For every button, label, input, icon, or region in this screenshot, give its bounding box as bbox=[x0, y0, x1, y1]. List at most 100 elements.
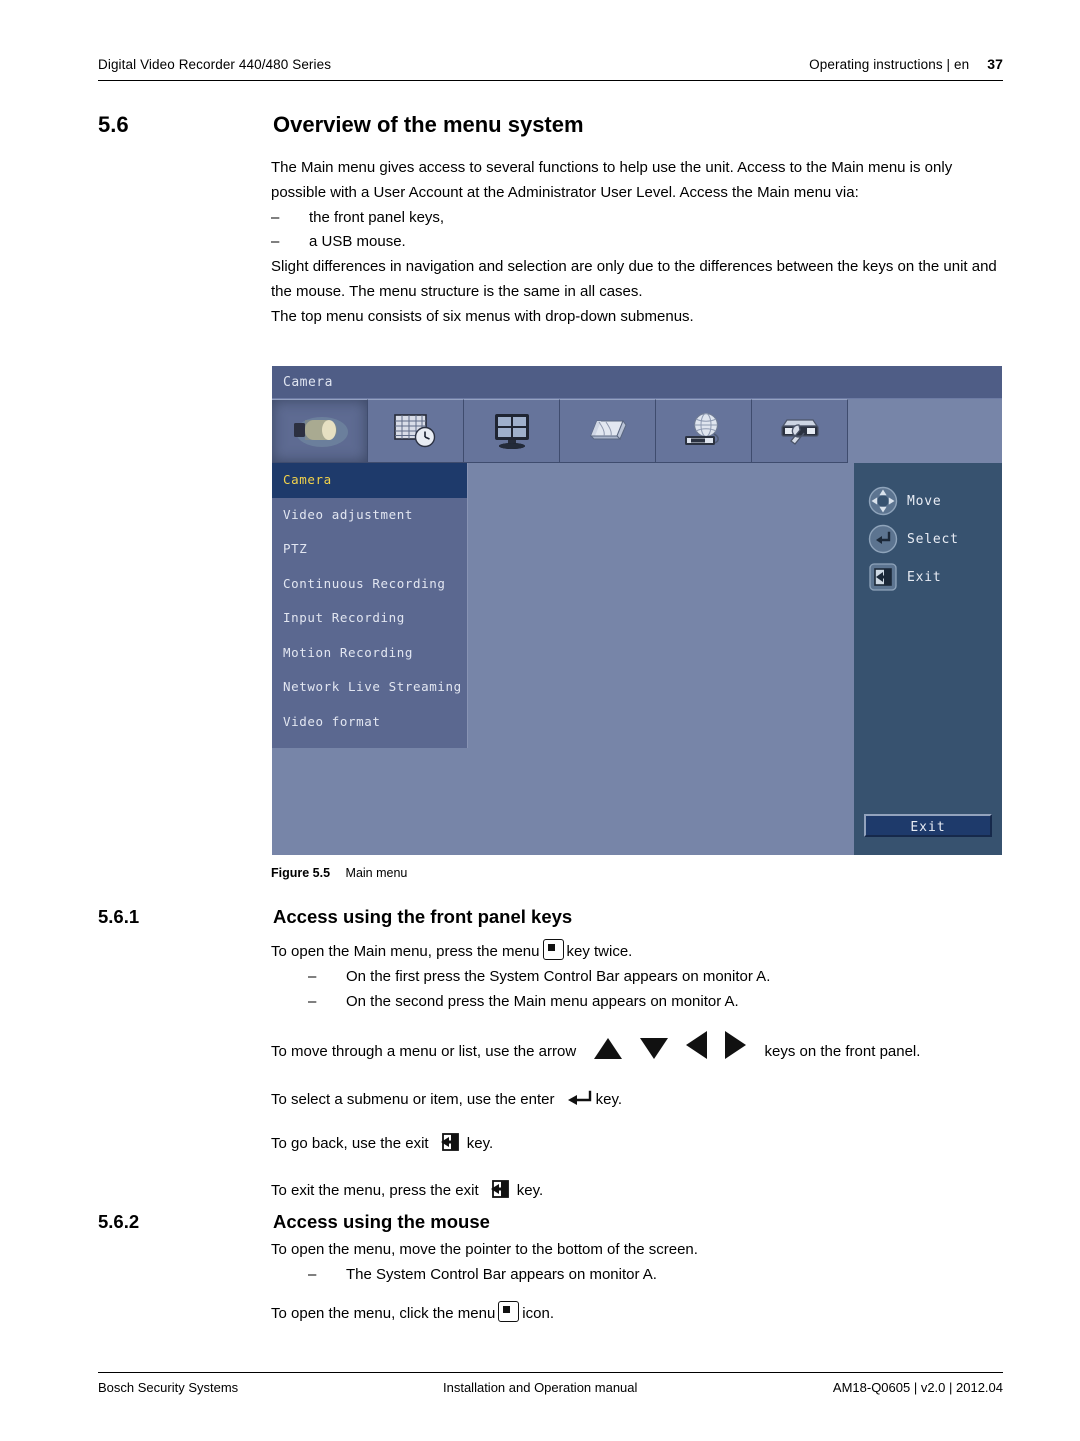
menu-item-video-format[interactable]: Video format bbox=[272, 705, 467, 740]
intro-paragraph-3: The top menu consists of six menus with … bbox=[271, 307, 694, 325]
dash-marker: – bbox=[308, 1265, 317, 1283]
hint-label-select: Select bbox=[907, 531, 959, 547]
arrow-key-group bbox=[594, 1031, 747, 1072]
menu-key-instruction-a: To open the Main menu, press the menu bbox=[271, 943, 540, 960]
menu-icon bbox=[498, 1300, 520, 1322]
menu-item-camera[interactable]: Camera bbox=[272, 463, 467, 498]
list-item-label: the front panel keys, bbox=[309, 208, 445, 226]
enter-key-instruction-b: key. bbox=[595, 1091, 623, 1109]
figure-caption-text: Main menu bbox=[345, 866, 408, 880]
list-item: – On the second press the Main menu appe… bbox=[271, 990, 1004, 1015]
subsection2-block: To open the menu, move the pointer to th… bbox=[271, 1238, 1004, 1326]
intro-block: The Main menu gives access to several fu… bbox=[271, 156, 1004, 330]
arrow-down-icon bbox=[640, 1038, 669, 1060]
footer-doc-id: AM18-Q0605 | v2.0 | 2012.04 bbox=[832, 1380, 1003, 1395]
document-page: Digital Video Recorder 440/480 Series Op… bbox=[0, 0, 1080, 1441]
intro-paragraph-2: Slight differences in navigation and sel… bbox=[271, 258, 997, 300]
arrow-keys-instruction: To move through a menu or list, use the … bbox=[271, 1031, 1004, 1072]
page-title: Overview of the menu system bbox=[273, 112, 584, 137]
goback-key-instruction-b: key. bbox=[466, 1134, 494, 1152]
dash-marker: – bbox=[308, 992, 317, 1010]
dvr-exit-button[interactable]: Exit bbox=[864, 814, 992, 837]
dash-marker: – bbox=[271, 208, 280, 226]
dvr-title-bar: Camera bbox=[272, 366, 1002, 399]
page-footer: Bosch Security Systems Installation and … bbox=[98, 1380, 1003, 1395]
enter-key-instruction-a: To select a submenu or item, use the ent… bbox=[271, 1091, 555, 1109]
section-heading-5-6: 5.6 Overview of the menu system bbox=[98, 112, 1003, 138]
dash-marker: – bbox=[271, 233, 280, 251]
list-item-label: On the second press the Main menu appear… bbox=[346, 992, 739, 1010]
figure-caption: Figure 5.5 Main menu bbox=[271, 866, 407, 880]
page-header: Digital Video Recorder 440/480 Series Op… bbox=[98, 56, 1003, 72]
goback-key-instruction: To go back, use the exit key. bbox=[271, 1131, 1004, 1162]
menu-item-video-adjustment[interactable]: Video adjustment bbox=[272, 498, 467, 533]
dpad-icon bbox=[868, 486, 898, 516]
goback-key-instruction-a: To go back, use the exit bbox=[271, 1134, 429, 1152]
mouse-click-instruction-a: To open the menu, click the menu bbox=[271, 1304, 496, 1322]
storage-disks-icon bbox=[589, 419, 627, 440]
arrow-keys-instruction-a: To move through a menu or list, use the … bbox=[271, 1043, 577, 1061]
menu-item-ptz[interactable]: PTZ bbox=[272, 532, 467, 567]
list-item: – the front panel keys, bbox=[271, 206, 1004, 231]
page-number: 37 bbox=[987, 56, 1003, 72]
arrow-keys-instruction-b: keys on the front panel. bbox=[764, 1043, 921, 1061]
menu-item-network-live-streaming[interactable]: Network Live Streaming bbox=[272, 670, 467, 705]
list-item-label: On the first press the System Control Ba… bbox=[346, 967, 771, 985]
mouse-open-instruction: To open the menu, move the pointer to th… bbox=[271, 1241, 698, 1258]
toolbar-tab-camera[interactable] bbox=[272, 399, 368, 463]
hint-move: Move bbox=[854, 482, 1002, 520]
toolbar-tab-system[interactable] bbox=[752, 399, 848, 463]
dash-marker: – bbox=[308, 967, 317, 985]
menu-key-icon bbox=[542, 939, 564, 960]
exitmenu-key-instruction-b: key. bbox=[516, 1181, 544, 1199]
figure-caption-label: Figure 5.5 bbox=[271, 866, 331, 880]
enter-key-instruction: To select a submenu or item, use the ent… bbox=[271, 1088, 1004, 1115]
toolbar-empty-space bbox=[848, 399, 1002, 463]
subsection1-block: To open the Main menu, press the menu key… bbox=[271, 939, 1004, 1209]
subsection-number-2: 5.6.2 bbox=[98, 1211, 140, 1232]
list-item: – a USB mouse. bbox=[271, 230, 1004, 255]
schedule-clock-icon bbox=[393, 414, 435, 448]
section-number: 5.6 bbox=[98, 112, 129, 137]
exit-key-icon bbox=[439, 1131, 461, 1162]
exitmenu-key-instruction-a: To exit the menu, press the exit bbox=[271, 1181, 479, 1199]
hint-label-move: Move bbox=[907, 493, 942, 509]
dvr-hint-panel: Move Select Exit Exit bbox=[854, 463, 1002, 855]
menu-key-instruction: To open the Main menu, press the menu key… bbox=[271, 939, 1004, 965]
network-globe-icon bbox=[684, 412, 719, 445]
header-product-title: Digital Video Recorder 440/480 Series bbox=[98, 57, 332, 72]
list-item: – The System Control Bar appears on moni… bbox=[271, 1263, 1004, 1288]
toolbar-tab-schedule[interactable] bbox=[368, 399, 464, 463]
footer-company: Bosch Security Systems bbox=[98, 1380, 239, 1395]
footer-manual-type: Installation and Operation manual bbox=[443, 1380, 638, 1395]
section-heading-5-6-1: 5.6.1 Access using the front panel keys bbox=[98, 906, 1003, 928]
arrow-up-icon bbox=[594, 1038, 623, 1060]
enter-key-icon bbox=[564, 1090, 592, 1115]
system-wrench-icon bbox=[780, 419, 819, 445]
exit-icon bbox=[869, 563, 897, 591]
section-heading-5-6-2: 5.6.2 Access using the mouse bbox=[98, 1211, 1003, 1233]
toolbar-tab-network[interactable] bbox=[656, 399, 752, 463]
menu-item-motion-recording[interactable]: Motion Recording bbox=[272, 636, 467, 671]
toolbar-tab-storage[interactable] bbox=[560, 399, 656, 463]
menu-key-instruction-b: key twice. bbox=[566, 943, 633, 960]
header-doc-type: Operating instructions | en bbox=[809, 57, 970, 72]
hint-select: Select bbox=[854, 520, 1002, 558]
hint-exit: Exit bbox=[854, 558, 1002, 596]
dvr-main-menu-screenshot: Camera Camera Video adjustment PTZ Conti… bbox=[272, 366, 1002, 855]
list-item: – On the first press the System Control … bbox=[271, 965, 1004, 990]
list-item-label: The System Control Bar appears on monito… bbox=[346, 1265, 657, 1283]
subsection-title-2: Access using the mouse bbox=[273, 1211, 490, 1232]
list-item-label: a USB mouse. bbox=[309, 233, 406, 251]
camera-icon bbox=[293, 417, 348, 447]
dvr-toolbar bbox=[272, 399, 1002, 463]
menu-item-continuous-recording[interactable]: Continuous Recording bbox=[272, 567, 467, 602]
intro-paragraph: The Main menu gives access to several fu… bbox=[271, 159, 953, 201]
subsection-title-1: Access using the front panel keys bbox=[273, 906, 573, 927]
dvr-dropdown-menu: Camera Video adjustment PTZ Continuous R… bbox=[272, 463, 468, 748]
mouse-click-instruction: To open the menu, click the menu icon. bbox=[271, 1300, 1004, 1327]
toolbar-tab-display[interactable] bbox=[464, 399, 560, 463]
mouse-click-instruction-b: icon. bbox=[522, 1304, 554, 1322]
subsection-number-1: 5.6.1 bbox=[98, 906, 140, 927]
menu-item-input-recording[interactable]: Input Recording bbox=[272, 601, 467, 636]
